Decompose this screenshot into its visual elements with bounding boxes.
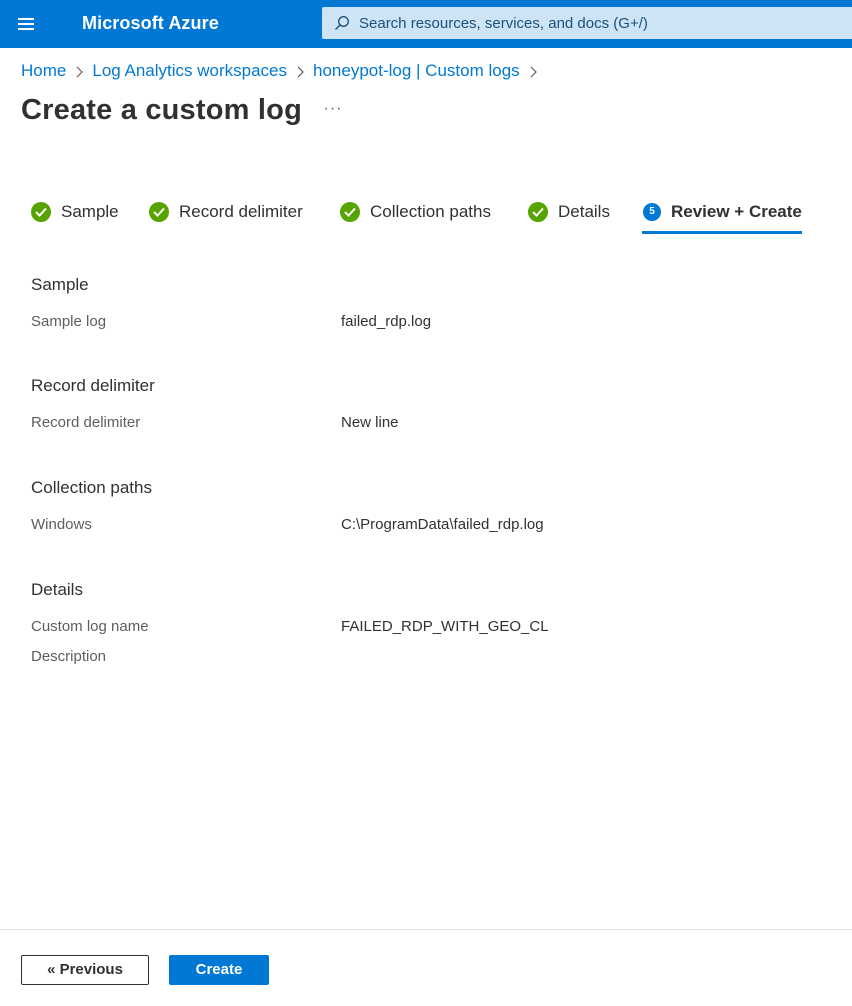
- section-title-details: Details: [31, 580, 83, 599]
- tab-record-delimiter-label: Record delimiter: [179, 202, 303, 221]
- more-options-icon[interactable]: ···: [318, 100, 348, 126]
- tab-collection-paths[interactable]: Collection paths: [340, 198, 491, 232]
- hamburger-menu-icon[interactable]: [10, 8, 42, 40]
- section-title-sample: Sample: [31, 275, 89, 294]
- field-label-custom-log-name: Custom log name: [31, 618, 149, 635]
- search-placeholder: Search resources, services, and docs (G+…: [359, 15, 648, 32]
- chevron-right-icon: [520, 61, 546, 81]
- page-title: Create a custom log: [21, 94, 302, 126]
- breadcrumb: Home Log Analytics workspaces honeypot-l…: [21, 61, 546, 81]
- search-icon: [335, 16, 349, 30]
- tab-details[interactable]: Details: [528, 198, 610, 232]
- section-title-collection-paths: Collection paths: [31, 478, 152, 497]
- tab-collection-paths-label: Collection paths: [370, 202, 491, 221]
- footer-divider: [0, 929, 852, 930]
- breadcrumb-log-analytics-workspaces[interactable]: Log Analytics workspaces: [92, 61, 287, 81]
- tab-details-label: Details: [558, 202, 610, 221]
- tab-sample-label: Sample: [61, 202, 119, 221]
- field-value-sample-log: failed_rdp.log: [341, 313, 432, 330]
- field-value-record-delimiter: New line: [341, 414, 399, 431]
- field-value-custom-log-name: FAILED_RDP_WITH_GEO_CL: [341, 618, 549, 635]
- chevron-right-icon: [287, 61, 313, 81]
- checkmark-icon: [340, 202, 360, 222]
- top-bar: Microsoft Azure Search resources, servic…: [0, 0, 852, 48]
- global-search-input[interactable]: Search resources, services, and docs (G+…: [322, 7, 852, 39]
- breadcrumb-custom-logs[interactable]: honeypot-log | Custom logs: [313, 61, 520, 81]
- checkmark-icon: [528, 202, 548, 222]
- chevron-right-icon: [66, 61, 92, 81]
- field-label-record-delimiter: Record delimiter: [31, 414, 141, 431]
- previous-button[interactable]: « Previous: [21, 955, 149, 985]
- field-label-description: Description: [31, 648, 107, 665]
- breadcrumb-home[interactable]: Home: [21, 61, 66, 81]
- section-title-record-delimiter: Record delimiter: [31, 376, 155, 395]
- step-number-badge: 5: [643, 203, 661, 221]
- tab-sample[interactable]: Sample: [31, 198, 119, 232]
- tab-review-create-label: Review + Create: [671, 202, 802, 221]
- tab-record-delimiter[interactable]: Record delimiter: [149, 198, 303, 232]
- create-button[interactable]: Create: [169, 955, 269, 985]
- brand-title[interactable]: Microsoft Azure: [82, 13, 219, 34]
- field-label-sample-log: Sample log: [31, 313, 107, 330]
- field-label-windows: Windows: [31, 516, 92, 533]
- field-value-windows-path: C:\ProgramData\failed_rdp.log: [341, 516, 544, 533]
- tab-review-create[interactable]: 5 Review + Create: [642, 198, 802, 234]
- checkmark-icon: [149, 202, 169, 222]
- checkmark-icon: [31, 202, 51, 222]
